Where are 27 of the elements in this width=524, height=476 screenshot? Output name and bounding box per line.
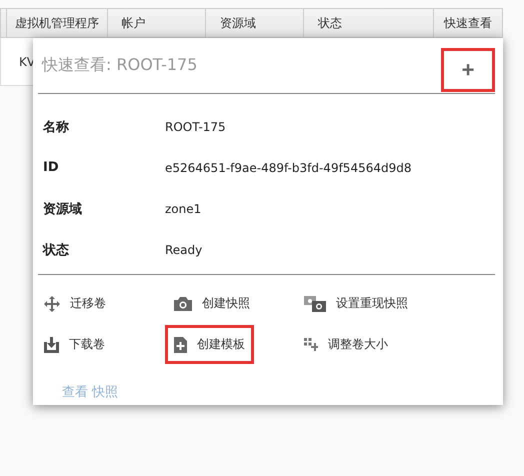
- panel-title: 快速查看: ROOT-175: [42, 55, 198, 76]
- detail-value: e5264651-f9ae-489f-b3fd-49f54564d9d8: [165, 160, 412, 174]
- column-header[interactable]: 快速查看: [433, 9, 502, 37]
- document-plus-icon: [174, 336, 187, 352]
- detail-label: 状态: [43, 242, 70, 258]
- download-icon: [44, 336, 59, 352]
- expand-button[interactable]: +: [441, 48, 495, 92]
- action-link[interactable]: 迁移卷: [35, 284, 115, 323]
- detail-label: ID: [43, 160, 60, 175]
- column-header[interactable]: 虚拟机管理程序: [6, 9, 107, 37]
- detail-label: 资源域: [43, 200, 83, 218]
- detail-label: 名称: [43, 118, 70, 136]
- action-link[interactable]: 下载卷: [35, 325, 114, 364]
- action-link[interactable]: 创建模板: [165, 325, 254, 364]
- camera-icon: [174, 296, 192, 310]
- cameras-icon: [304, 296, 326, 312]
- column-header[interactable]: 资源域: [205, 9, 303, 37]
- column-header[interactable]: 帐户: [106, 9, 206, 37]
- detail-value: Ready: [165, 242, 202, 256]
- column-header[interactable]: 状态: [302, 9, 434, 37]
- action-link[interactable]: 调整卷大小: [295, 325, 397, 364]
- detail-value: zone1: [165, 202, 202, 216]
- action-link[interactable]: 设置重现快照: [295, 284, 417, 323]
- resize-icon: [304, 338, 318, 352]
- move-icon: [44, 296, 60, 312]
- detail-value: ROOT-175: [165, 120, 226, 134]
- action-link[interactable]: 创建快照: [165, 284, 259, 323]
